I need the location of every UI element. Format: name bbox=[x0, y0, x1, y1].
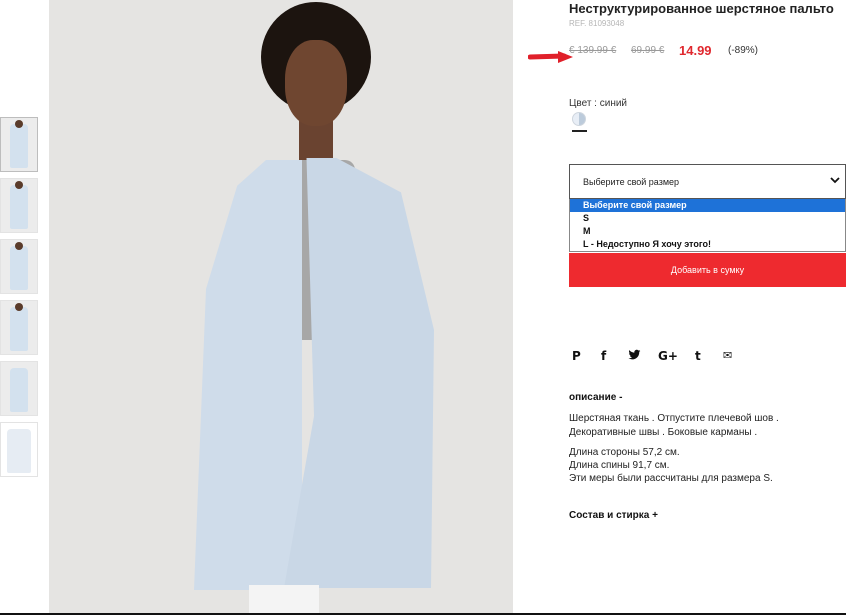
size-option-l[interactable]: L - Недоступно Я хочу этого! bbox=[570, 238, 845, 251]
size-option-s[interactable]: S bbox=[570, 212, 845, 225]
product-ref: REF. 81093048 bbox=[569, 19, 625, 28]
thumbnail-2[interactable] bbox=[0, 178, 38, 233]
thumbnail-5[interactable] bbox=[0, 361, 38, 416]
google-plus-icon[interactable]: G+ bbox=[658, 349, 678, 363]
twitter-icon[interactable] bbox=[628, 349, 641, 364]
tumblr-icon[interactable]: t bbox=[695, 349, 701, 363]
size-option-m[interactable]: M bbox=[570, 225, 845, 238]
swatch-selected-indicator bbox=[572, 130, 587, 132]
measure-note: Эти меры были рассчитаны для размера S. bbox=[569, 473, 773, 484]
thumbnail-3[interactable] bbox=[0, 239, 38, 294]
thumbnail-4[interactable] bbox=[0, 300, 38, 355]
description-text: Шерстяная ткань . Отпустите плечевой шов… bbox=[569, 413, 779, 438]
product-photo[interactable] bbox=[49, 0, 513, 615]
size-dropdown-list: Выберите свой размер S M L - Недоступно … bbox=[569, 199, 846, 252]
thumbnail-1[interactable] bbox=[0, 117, 38, 172]
description-toggle[interactable]: описание - bbox=[569, 392, 622, 403]
pinterest-icon[interactable]: P bbox=[572, 349, 581, 363]
add-to-bag-button[interactable]: Добавить в сумку bbox=[569, 253, 846, 287]
measure-side-length: Длина стороны 57,2 см. bbox=[569, 447, 680, 458]
color-label: Цвет : синий bbox=[569, 98, 628, 109]
previous-price: 69.99 € bbox=[631, 45, 665, 56]
chevron-down-icon bbox=[830, 177, 840, 184]
old-price: € 139.99 € bbox=[569, 45, 617, 56]
product-title: Неструктурированное шерстяное пальто bbox=[569, 1, 834, 16]
size-select[interactable]: Выберите свой размер bbox=[569, 164, 846, 199]
measurements: Длина стороны 57,2 см. Длина спины 91,7 … bbox=[569, 446, 773, 485]
size-select-value: Выберите свой размер bbox=[583, 177, 680, 187]
facebook-icon[interactable]: f bbox=[601, 349, 606, 363]
email-icon[interactable]: ✉ bbox=[723, 349, 732, 362]
red-arrow-annotation bbox=[528, 51, 573, 63]
measure-back-length: Длина спины 91,7 см. bbox=[569, 460, 670, 471]
composition-care-toggle[interactable]: Состав и стирка + bbox=[569, 510, 658, 521]
color-swatch-light-blue[interactable] bbox=[572, 112, 586, 126]
current-price: 14.99 bbox=[679, 43, 712, 58]
thumbnail-strip bbox=[0, 117, 38, 483]
size-option-placeholder[interactable]: Выберите свой размер bbox=[570, 199, 845, 212]
discount-badge: (-89%) bbox=[728, 45, 759, 56]
thumbnail-6[interactable] bbox=[0, 422, 38, 477]
size-option-l-note: - Недоступно Я хочу этого! bbox=[588, 239, 711, 249]
